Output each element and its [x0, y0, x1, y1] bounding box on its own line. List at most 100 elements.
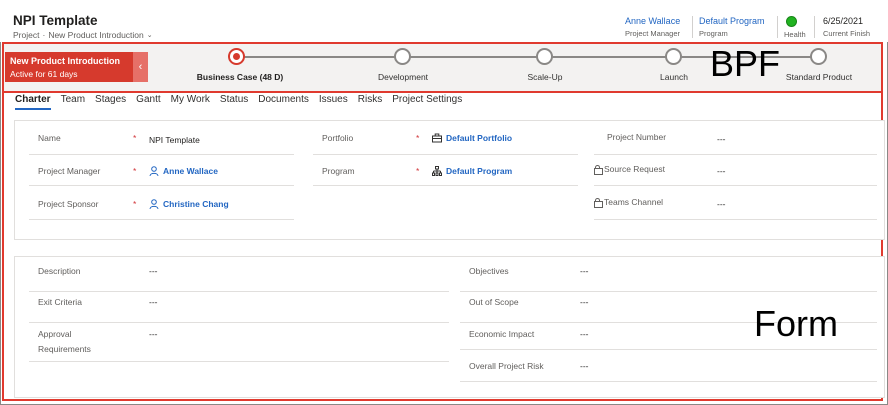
overall-project-risk-label: Overall Project Risk [469, 361, 544, 371]
project-manager-lookup[interactable]: Anne Wallace [149, 166, 218, 176]
tab-risks[interactable]: Risks [358, 94, 382, 110]
business-process-flow: New Product Introduction Active for 61 d… [2, 42, 883, 93]
divider [29, 154, 294, 155]
process-duration: Active for 61 days [10, 69, 78, 79]
bpf-annotation: BPF [710, 43, 781, 84]
project-number-value[interactable]: --- [717, 134, 726, 144]
name-label: Name [38, 133, 61, 143]
teams-channel-field: Teams Channel [594, 197, 664, 208]
exit-criteria-value[interactable]: --- [149, 297, 158, 307]
source-request-field: Source Request [594, 164, 665, 175]
project-sponsor-lookup[interactable]: Christine Chang [149, 199, 229, 209]
economic-impact-label: Economic Impact [469, 329, 535, 339]
source-request-label: Source Request [604, 164, 665, 174]
description-label: Description [38, 266, 81, 276]
entity-name: Project [13, 30, 40, 40]
form-selector[interactable]: New Product Introduction [48, 30, 143, 40]
teams-channel-value[interactable]: --- [717, 199, 726, 209]
project-manager-link[interactable]: Anne Wallace [625, 16, 680, 26]
source-request-value[interactable]: --- [717, 166, 726, 176]
header-health: Health [784, 16, 806, 39]
lock-icon [594, 165, 603, 175]
chevron-left-icon[interactable]: ‹ [133, 52, 148, 82]
name-value[interactable]: NPI Template [149, 135, 200, 145]
exit-criteria-label: Exit Criteria [38, 297, 82, 307]
approval-requirements-value[interactable]: --- [149, 329, 158, 339]
divider [29, 185, 294, 186]
divider [460, 291, 877, 292]
required-marker: * [133, 166, 137, 176]
tab-status[interactable]: Status [220, 94, 248, 110]
form-tabs: Charter Team Stages Gantt My Work Status… [15, 94, 462, 110]
record-header: NPI Template Project · New Product Intro… [0, 0, 888, 42]
divider [692, 16, 693, 38]
stage-label-scale-up[interactable]: Scale-Up [528, 72, 563, 82]
tab-stages[interactable]: Stages [95, 94, 126, 110]
objectives-value[interactable]: --- [580, 266, 589, 276]
program-link[interactable]: Default Program [699, 16, 765, 26]
stage-label-launch[interactable]: Launch [660, 72, 688, 82]
divider [29, 361, 449, 362]
label-line: Requirements [38, 344, 91, 354]
program-label: Program [322, 166, 355, 176]
project-manager-label: Project Manager [38, 166, 101, 176]
divider [777, 16, 778, 38]
overall-project-risk-value[interactable]: --- [580, 361, 589, 371]
tab-charter[interactable]: Charter [15, 94, 51, 110]
active-process-flyout[interactable]: New Product Introduction Active for 61 d… [5, 52, 133, 82]
stage-node-launch[interactable] [665, 48, 682, 65]
chevron-down-icon[interactable]: ⌄ [147, 31, 153, 39]
breadcrumb-separator: · [42, 30, 46, 40]
person-icon [149, 166, 159, 176]
stage-node-business-case[interactable] [228, 48, 245, 65]
approval-requirements-label: Approval Requirements [38, 329, 91, 354]
stage-label-standard-product[interactable]: Standard Product [786, 72, 852, 82]
objectives-label: Objectives [469, 266, 509, 276]
stage-node-scale-up[interactable] [536, 48, 553, 65]
general-section: Name * NPI Template Project Manager * An… [14, 120, 885, 240]
divider [594, 185, 877, 186]
divider [460, 349, 877, 350]
health-status-icon [786, 16, 797, 27]
portfolio-lookup[interactable]: Default Portfolio [432, 133, 512, 143]
tab-gantt[interactable]: Gantt [136, 94, 160, 110]
project-manager-value[interactable]: Anne Wallace [163, 166, 218, 176]
header-program: Default Program Program [699, 16, 765, 38]
tab-team[interactable]: Team [61, 94, 85, 110]
stage-node-development[interactable] [394, 48, 411, 65]
stage-node-standard-product[interactable] [810, 48, 827, 65]
project-sponsor-value[interactable]: Christine Chang [163, 199, 229, 209]
current-finish-value: 6/25/2021 [823, 16, 864, 26]
current-finish-label: Current Finish [823, 29, 871, 38]
header-project-manager: Anne Wallace Project Manager [625, 16, 680, 38]
portfolio-value[interactable]: Default Portfolio [446, 133, 512, 143]
out-of-scope-value[interactable]: --- [580, 297, 589, 307]
divider [594, 219, 877, 220]
breadcrumb: Project · New Product Introduction ⌄ [13, 30, 153, 40]
out-of-scope-label: Out of Scope [469, 297, 519, 307]
economic-impact-value[interactable]: --- [580, 329, 589, 339]
stage-label-development[interactable]: Development [378, 72, 428, 82]
tab-my-work[interactable]: My Work [171, 94, 210, 110]
form-annotation: Form [754, 303, 838, 344]
hierarchy-icon [432, 166, 442, 176]
program-lookup[interactable]: Default Program [432, 166, 512, 176]
description-value[interactable]: --- [149, 266, 158, 276]
project-number-label: Project Number [607, 132, 667, 142]
required-marker: * [416, 133, 420, 143]
program-value[interactable]: Default Program [446, 166, 512, 176]
portfolio-label: Portfolio [322, 133, 354, 143]
lock-icon [594, 198, 603, 208]
tab-project-settings[interactable]: Project Settings [392, 94, 462, 110]
divider [29, 291, 449, 292]
teams-channel-label: Teams Channel [604, 197, 664, 207]
project-sponsor-label: Project Sponsor [38, 199, 99, 209]
required-marker: * [133, 133, 137, 143]
stage-label-business-case[interactable]: Business Case (48 D) [197, 72, 283, 82]
divider [313, 154, 578, 155]
process-name: New Product Introduction [10, 56, 120, 66]
divider [460, 381, 877, 382]
tab-documents[interactable]: Documents [258, 94, 309, 110]
tab-issues[interactable]: Issues [319, 94, 348, 110]
label-line: Approval [38, 329, 72, 339]
